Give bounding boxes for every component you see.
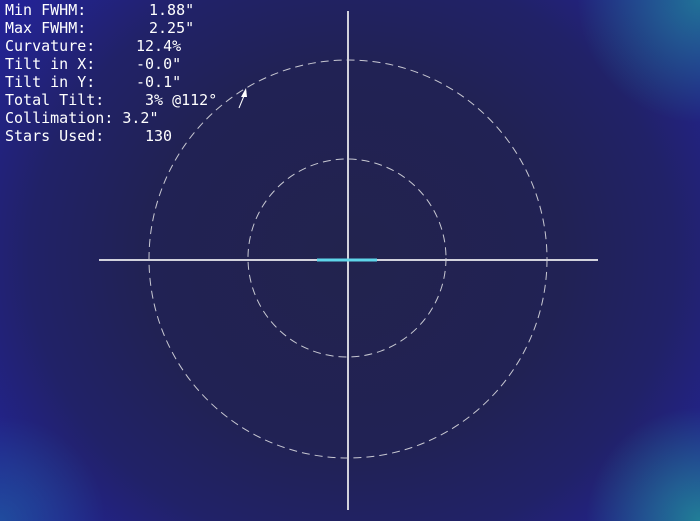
stat-value: 3.2" <box>122 109 159 127</box>
stat-label: Tilt in X: <box>5 55 96 73</box>
stat-label: Stars Used: <box>5 127 105 145</box>
stat-min-fwhm: Min FWHM: 1.88" <box>5 1 217 19</box>
stat-total-tilt: Total Tilt: 3% @112° <box>5 91 217 109</box>
stats-panel: Min FWHM: 1.88" Max FWHM: 2.25" Curvature:… <box>5 1 217 145</box>
stat-value: -0.1" <box>136 73 182 91</box>
image-inspector-view[interactable]: Min FWHM: 1.88" Max FWHM: 2.25" Curvature:… <box>0 0 700 521</box>
stat-collimation: Collimation: 3.2" <box>5 109 217 127</box>
stat-max-fwhm: Max FWHM: 2.25" <box>5 19 217 37</box>
stat-value: 12.4% <box>136 37 182 55</box>
stat-value: -0.0" <box>136 55 182 73</box>
stat-value: 3% @112° <box>145 91 218 109</box>
stat-tilt-x: Tilt in X: -0.0" <box>5 55 217 73</box>
stat-label: Collimation: <box>5 109 114 127</box>
stat-tilt-y: Tilt in Y: -0.1" <box>5 73 217 91</box>
stat-value: 130 <box>145 127 173 145</box>
stat-label: Tilt in Y: <box>5 73 96 91</box>
stat-stars-used: Stars Used: 130 <box>5 127 217 145</box>
stat-label: Curvature: <box>5 37 96 55</box>
stat-label: Min FWHM: <box>5 1 87 19</box>
tilt-arrow-icon <box>238 88 247 109</box>
stat-value: 2.25" <box>149 19 195 37</box>
stat-label: Total Tilt: <box>5 91 105 109</box>
stat-label: Max FWHM: <box>5 19 87 37</box>
stat-curvature: Curvature: 12.4% <box>5 37 217 55</box>
stat-value: 1.88" <box>149 1 195 19</box>
